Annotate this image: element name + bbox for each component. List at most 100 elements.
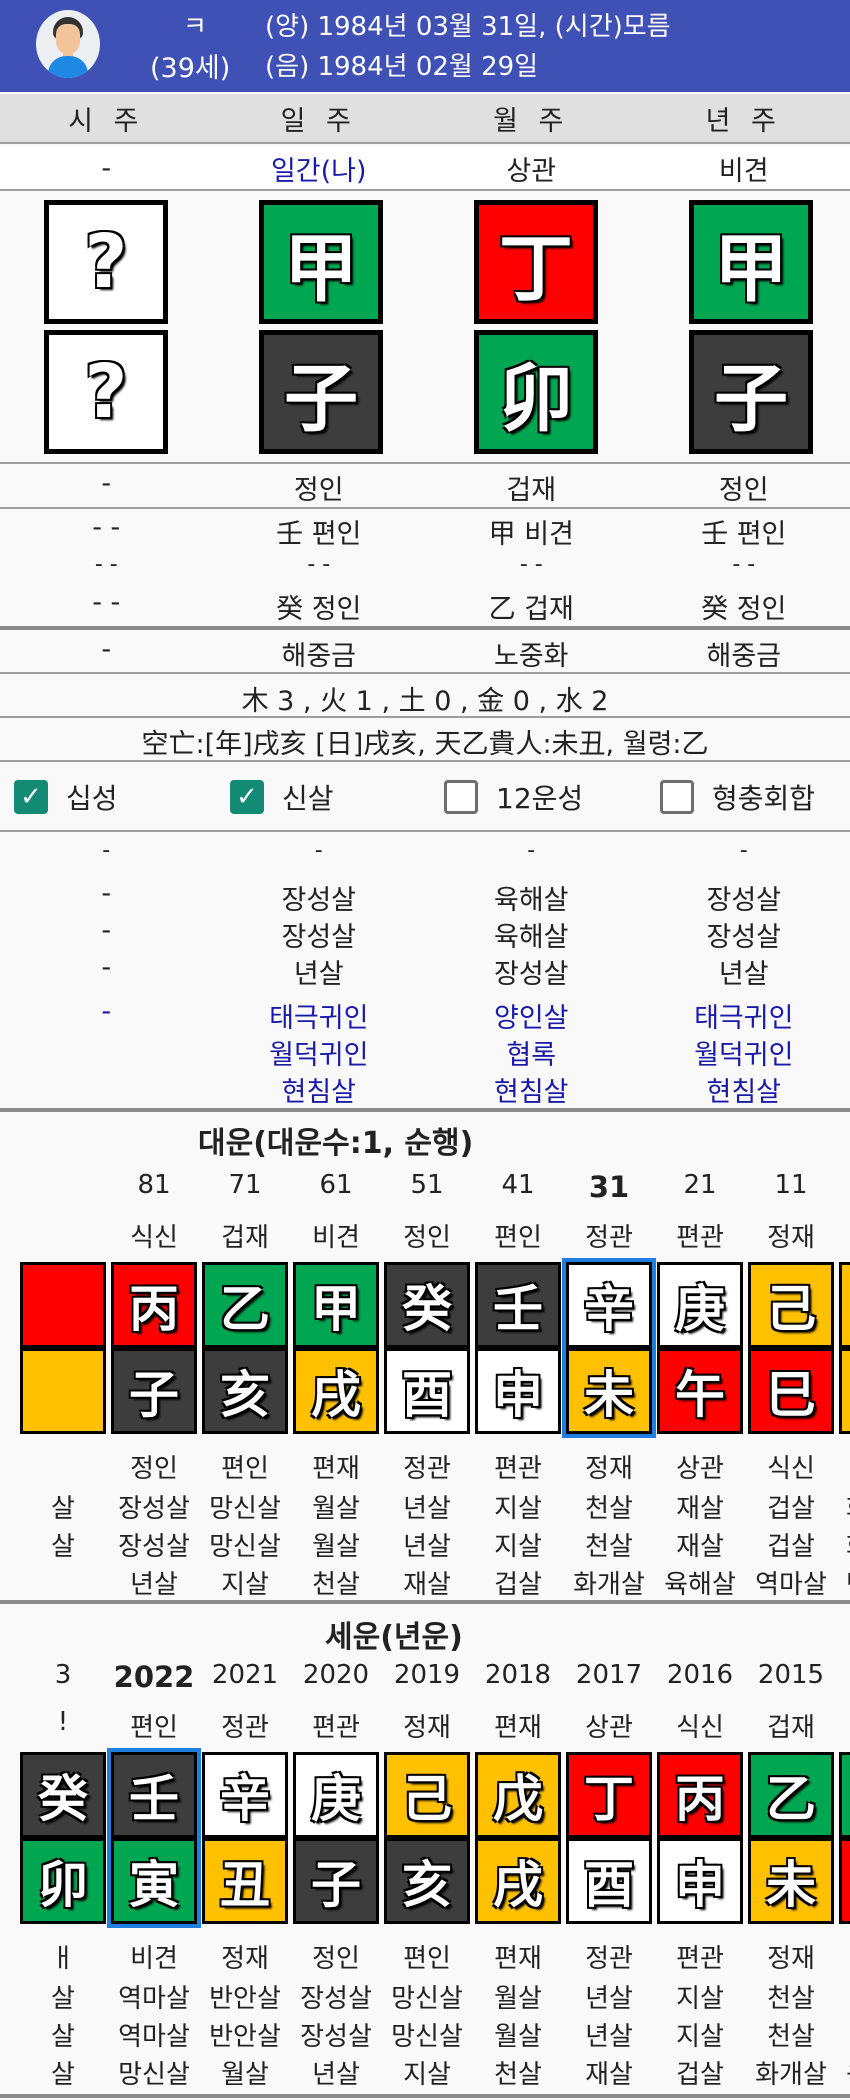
option-label: 12운성 — [496, 782, 584, 815]
daewoon-current-highlight — [562, 1258, 656, 1438]
sewoon-stem-tile[interactable]: 己 — [384, 1752, 470, 1838]
daewoon-branch-tile[interactable]: 亥 — [202, 1348, 288, 1434]
hidden-stem-row: - - 癸 정인 乙 겁재 癸 정인 — [0, 587, 850, 626]
daewoon-sinsal: 화개살 — [822, 1488, 850, 1525]
partial-label: 살 — [51, 1494, 75, 1524]
display-options: ✓ 십성 ✓ 신살 12운성 형충회합 — [0, 760, 850, 830]
divider — [0, 1108, 850, 1112]
daewoon-stem-tile[interactable]: 己 — [748, 1262, 834, 1348]
napeum: 노중화 — [493, 641, 569, 672]
option-label: 신살 — [282, 782, 334, 815]
lunar-birth-date: (음) 1984년 02월 29일 — [265, 52, 539, 82]
sewoon-stem-tile[interactable]: 辛 — [202, 1752, 288, 1838]
branch-tengod: 겁재 — [506, 475, 557, 506]
earthly-branch-tile[interactable]: 卯 — [474, 330, 598, 454]
gwiin-sinsal: - — [101, 996, 112, 1027]
divider — [0, 2094, 850, 2098]
heavenly-stem-tile[interactable]: ? — [44, 200, 168, 324]
sinsal: 육해살 — [493, 922, 569, 953]
hidden-stem: 癸 정인 — [276, 594, 362, 625]
napeum: 해중금 — [706, 641, 782, 672]
stem-tengod-row: - 일간(나) 상관 비견 — [0, 146, 850, 190]
option-sinsal-checkbox[interactable]: ✓ 신살 — [230, 777, 334, 817]
sewoon-stem-tengod: 비견 — [822, 1707, 850, 1744]
daewoon-stem-tile[interactable]: 甲 — [293, 1262, 379, 1348]
sewoon-branch-tile[interactable]: 戌 — [475, 1838, 561, 1924]
hidden-stem: - - — [92, 512, 121, 543]
heavenly-stem-tile[interactable]: 甲 — [689, 200, 813, 324]
daewoon-branch-tile[interactable]: 申 — [475, 1348, 561, 1434]
sinsal: - — [101, 878, 112, 909]
daewoon-branch-tile[interactable]: 辰 — [839, 1348, 850, 1434]
sewoon-sinsal-row: 역마살반안살장성살망신살월살년살지살천살재살살 — [0, 1978, 850, 2018]
heavenly-stem-tile[interactable]: 甲 — [259, 200, 383, 324]
gwiin-sinsal: 태극귀인 — [694, 1003, 794, 1034]
hidden-stem: 壬 편인 — [276, 519, 362, 550]
hidden-stem-row: - - - - - - - - — [0, 552, 850, 577]
sewoon-stem-tile[interactable]: 庚 — [293, 1752, 379, 1838]
stem-tengod: 상관 — [506, 155, 557, 187]
extra-info: 空亡:[年]戌亥 [日]戌亥, 天乙貴人:未丑, 월령:乙 — [141, 729, 709, 760]
option-sipseong-checkbox[interactable]: ✓ 십성 — [14, 777, 118, 817]
partial-label: 3 — [54, 1660, 72, 1690]
earthly-branch-tile[interactable]: ? — [44, 330, 168, 454]
sewoon-branch-tile[interactable]: 亥 — [384, 1838, 470, 1924]
daewoon-stem-tile-partial[interactable] — [20, 1262, 106, 1348]
hidden-stem: - - — [732, 552, 756, 577]
heavenly-stem-tile[interactable]: 丁 — [474, 200, 598, 324]
daewoon-branch-tile[interactable]: 午 — [657, 1348, 743, 1434]
divider — [0, 507, 850, 509]
sewoon-branch-tile-partial[interactable]: 卯 — [20, 1838, 106, 1924]
daewoon-stem-tile[interactable]: 戊 — [839, 1262, 850, 1348]
daewoon-label-row: 81716151413121111 — [0, 1170, 850, 1210]
sewoon-branch-tile[interactable]: 申 — [657, 1838, 743, 1924]
sewoon-title: 세운(년운) — [325, 1620, 463, 1655]
daewoon-branch-tile[interactable]: 子 — [111, 1348, 197, 1434]
sewoon-branch-tile[interactable]: 酉 — [566, 1838, 652, 1924]
daewoon-stem-tile[interactable]: 庚 — [657, 1262, 743, 1348]
napeum: - — [101, 634, 112, 665]
avatar-icon[interactable] — [36, 10, 100, 78]
hidden-stem: - - — [307, 552, 331, 577]
daewoon-branch-tile[interactable]: 巳 — [748, 1348, 834, 1434]
earthly-branch-tile[interactable]: 子 — [689, 330, 813, 454]
option-hyeongchung-checkbox[interactable]: 형충회합 — [660, 777, 815, 817]
divider — [0, 462, 850, 464]
daewoon-stem-tile[interactable]: 癸 — [384, 1262, 470, 1348]
daewoon-branch-tile[interactable]: 戌 — [293, 1348, 379, 1434]
sewoon-branch-tengod-row: 비견정재정인편인편재정관편관정재상관ㅐ — [0, 1938, 850, 1978]
sewoon-stem-tile[interactable]: 丙 — [657, 1752, 743, 1838]
daewoon-branch-tengod-row: 정인편인편재정관편관정재상관식신편재 — [0, 1448, 850, 1488]
sewoon-stem-tile[interactable]: 甲 — [839, 1752, 850, 1838]
branch-tengod-row: - 정인 겁재 정인 — [0, 468, 850, 507]
pillar-header-row: 시 주 일 주 월 주 년 주 — [0, 94, 850, 142]
sewoon-branch-tile[interactable]: 丑 — [202, 1838, 288, 1924]
sewoon-stem-tile[interactable]: 戊 — [475, 1752, 561, 1838]
sewoon-branch-tile[interactable]: 未 — [748, 1838, 834, 1924]
partial-label: ! — [57, 1707, 69, 1737]
daewoon-branch-tile[interactable]: 酉 — [384, 1348, 470, 1434]
hidden-stem: 壬 편인 — [701, 519, 787, 550]
earthly-branch-tile[interactable]: 子 — [259, 330, 383, 454]
checkbox-checked-icon[interactable]: ✓ — [230, 780, 264, 814]
sinsal: - — [101, 915, 112, 946]
checkbox-unchecked-icon[interactable] — [660, 780, 694, 814]
sinsal: 장성살 — [706, 885, 782, 916]
sewoon-branch-tile[interactable]: 子 — [293, 1838, 379, 1924]
daewoon-stem-tile[interactable]: 壬 — [475, 1262, 561, 1348]
sewoon-stem-tile[interactable]: 丁 — [566, 1752, 652, 1838]
daewoon-stem-tile[interactable]: 丙 — [111, 1262, 197, 1348]
option-12unseong-checkbox[interactable]: 12운성 — [444, 777, 583, 817]
daewoon-stem-tengod-row: 식신겁재비견정인편인정관편관정재편재 — [0, 1217, 850, 1257]
daewoon-branch-tile-partial[interactable] — [20, 1348, 106, 1434]
sewoon-stem-tile[interactable]: 乙 — [748, 1752, 834, 1838]
sewoon-stem-tile-partial[interactable]: 癸 — [20, 1752, 106, 1838]
gwiin-row: - 태극귀인 양인살 태극귀인 — [0, 996, 850, 1035]
daewoon-stem-tile[interactable]: 乙 — [202, 1262, 288, 1348]
checkbox-unchecked-icon[interactable] — [444, 780, 478, 814]
sinsal: - — [314, 838, 323, 863]
gwiin-sinsal: 월덕귀인 — [269, 1040, 369, 1071]
checkbox-checked-icon[interactable]: ✓ — [14, 780, 48, 814]
sinsal: 육해살 — [493, 885, 569, 916]
sewoon-branch-tile[interactable]: 午 — [839, 1838, 850, 1924]
